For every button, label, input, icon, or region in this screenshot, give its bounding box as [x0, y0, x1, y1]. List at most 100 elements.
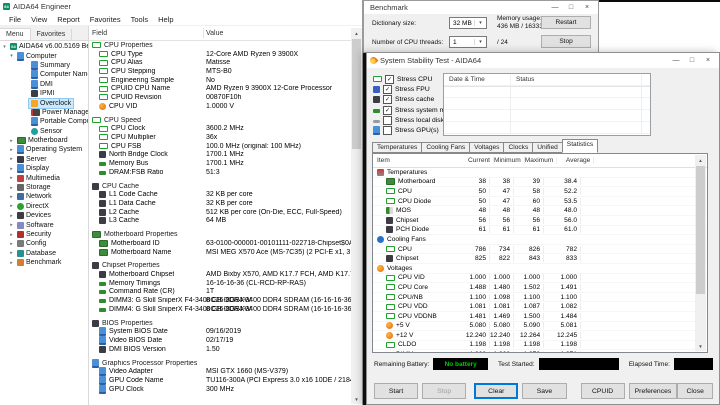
- field-row[interactable]: GPU Clock 300 MHz: [89, 384, 362, 394]
- field-row[interactable]: DMI BIOS Version 1.50: [89, 345, 362, 354]
- tree-item[interactable]: ▸ Motherboard: [0, 136, 88, 145]
- tree-item[interactable]: Power Management: [0, 108, 88, 117]
- field-column-header[interactable]: Field: [89, 30, 107, 37]
- tree-item[interactable]: ▸ Network: [0, 192, 88, 201]
- stats-row[interactable]: CPU 786 734 826 782: [373, 245, 707, 255]
- cpu-threads-select[interactable]: 1 ▾: [449, 36, 487, 48]
- tree-item[interactable]: ▸ Display: [0, 164, 88, 174]
- field-row[interactable]: DIMM3: G Skill SniperX F4-3400C16-8GSXW …: [89, 296, 362, 305]
- sensor-tab[interactable]: Statistics: [561, 139, 599, 153]
- minimize-icon[interactable]: —: [547, 2, 563, 13]
- stats-row[interactable]: CPU VDD 1.081 1.081 1.087 1.082: [373, 302, 707, 312]
- log-datetime-header[interactable]: Date & Time: [449, 76, 485, 83]
- field-row[interactable]: L3 Cache 64 MB: [89, 216, 362, 225]
- tree-expander-icon[interactable]: ▾: [8, 53, 15, 59]
- stress-checkbox[interactable]: [383, 126, 392, 136]
- tree-item[interactable]: ▸ Multimedia: [0, 173, 88, 182]
- save-button[interactable]: Save: [522, 383, 567, 399]
- stats-row[interactable]: CPU VID 1.000 1.000 1.000 1.000: [373, 274, 707, 284]
- tree-expander-icon[interactable]: ▸: [8, 138, 15, 144]
- tree-item[interactable]: Overclock: [0, 97, 88, 109]
- field-row[interactable]: Video Adapter MSI GTX 1660 (MS-V379): [89, 367, 362, 377]
- field-row[interactable]: Chipset Properties: [89, 262, 362, 271]
- stress-checkbox[interactable]: [383, 95, 392, 105]
- item-column-header[interactable]: Item: [373, 157, 459, 164]
- close-icon[interactable]: ×: [579, 2, 595, 13]
- field-row[interactable]: North Bridge Clock 1700.1 MHz: [89, 150, 362, 159]
- field-row[interactable]: DIMM4: G Skill SniperX F4-3400C16-8GSXW …: [89, 305, 362, 314]
- field-row[interactable]: Video BIOS Date 02/17/19: [89, 336, 362, 346]
- scroll-up-icon[interactable]: ▲: [695, 155, 706, 165]
- field-row[interactable]: Graphics Processor Properties: [89, 358, 362, 368]
- field-row[interactable]: GPU Code Name TU116-300A (PCI Express 3.…: [89, 376, 362, 386]
- menu-item[interactable]: Help: [153, 15, 178, 24]
- maximize-icon[interactable]: □: [684, 55, 700, 66]
- start-button[interactable]: Start: [374, 383, 419, 399]
- stats-row[interactable]: Chipset 825 822 843 833: [373, 254, 707, 264]
- menu-item[interactable]: Favorites: [85, 15, 126, 24]
- field-row[interactable]: CPU FSB 100.0 MHz (original: 100 MHz): [89, 142, 362, 151]
- sensor-tab[interactable]: Cooling Fans: [421, 142, 471, 153]
- minimum-column-header[interactable]: Minimum: [494, 157, 525, 164]
- tree-item[interactable]: ▸ DirectX: [0, 202, 88, 211]
- stress-checkbox[interactable]: [385, 74, 394, 84]
- stop-button[interactable]: Stop: [541, 35, 591, 48]
- tree-item[interactable]: ▸ Server: [0, 155, 88, 164]
- tree-item[interactable]: IPMI: [0, 89, 88, 98]
- tree-expander-icon[interactable]: ▸: [8, 222, 15, 228]
- statistics-scrollbar[interactable]: ▲ ▼: [695, 155, 706, 351]
- field-row[interactable]: Memory Bus 1700.1 MHz: [89, 159, 362, 168]
- tree-expander-icon[interactable]: ▸: [8, 250, 15, 256]
- sensor-tab[interactable]: Unified: [532, 142, 563, 153]
- field-row[interactable]: BIOS Properties: [89, 319, 362, 328]
- event-log[interactable]: Date & Time Status: [443, 73, 651, 136]
- tree-expander-icon[interactable]: ▸: [8, 156, 15, 162]
- scroll-down-icon[interactable]: ▼: [351, 394, 362, 404]
- field-row[interactable]: Motherboard ID 63-0100-000001-00101111-0…: [89, 239, 362, 248]
- field-row[interactable]: Command Rate (CR) 1T: [89, 288, 362, 297]
- stats-row[interactable]: CPU/NB 1.100 1.098 1.100 1.100: [373, 293, 707, 303]
- tree-item[interactable]: Portable Computer: [0, 117, 88, 127]
- tree-item[interactable]: Computer Name: [0, 70, 88, 80]
- main-scrollbar[interactable]: ▲ ▼: [351, 28, 362, 404]
- field-row[interactable]: CPUID Revision 00870F10h: [89, 93, 362, 102]
- stats-row[interactable]: Voltages: [373, 264, 707, 274]
- sensor-tab[interactable]: Voltages: [469, 142, 505, 153]
- stress-checkbox[interactable]: [383, 105, 392, 115]
- stats-row[interactable]: CPU VDDNB 1.481 1.469 1.500 1.484: [373, 312, 707, 322]
- cpuid-button[interactable]: CPUID: [580, 383, 625, 399]
- tree-expander-icon[interactable]: ▸: [8, 185, 15, 191]
- dictionary-size-select[interactable]: 32 MB ▾: [449, 17, 487, 29]
- minimize-icon[interactable]: —: [668, 55, 684, 66]
- stats-row[interactable]: PCH Diode 61 61 61 61.0: [373, 226, 707, 236]
- field-row[interactable]: Motherboard Properties: [89, 230, 362, 239]
- field-row[interactable]: CPU Speed: [89, 116, 362, 125]
- clear-button[interactable]: Clear: [474, 383, 519, 399]
- field-row[interactable]: L2 Cache 512 KB per core (On-Die, ECC, F…: [89, 208, 362, 217]
- tree-item[interactable]: ▸ Benchmark: [0, 258, 88, 267]
- stats-row[interactable]: DIMM 1.368 1.368 1.372 1.371: [373, 350, 707, 352]
- field-row[interactable]: DRAM:FSB Ratio 51:3: [89, 168, 362, 177]
- field-row[interactable]: CPU Multiplier 36x: [89, 133, 362, 142]
- field-row[interactable]: CPU VID 1.0000 V: [89, 102, 362, 111]
- column-divider[interactable]: [203, 28, 204, 38]
- tree-item[interactable]: Summary: [0, 60, 88, 70]
- tree-item[interactable]: ▸ Operating System: [0, 145, 88, 155]
- value-column-header[interactable]: Value: [206, 30, 223, 37]
- close-icon[interactable]: ×: [700, 55, 716, 66]
- tree-item[interactable]: ▸ Database: [0, 249, 88, 258]
- field-row[interactable]: Motherboard Name MSI MEG X570 Ace (MS-7C…: [89, 248, 362, 257]
- field-row[interactable]: CPU Type 12-Core AMD Ryzen 9 3900X: [89, 50, 362, 59]
- tab-favorites[interactable]: Favorites: [30, 29, 73, 40]
- menu-item[interactable]: Report: [52, 15, 85, 24]
- field-row[interactable]: CPUID CPU Name AMD Ryzen 9 3900X 12-Core…: [89, 84, 362, 93]
- stats-row[interactable]: +12 V 12.240 12.240 12.264 12.245: [373, 331, 707, 341]
- stats-row[interactable]: Motherboard 38 38 39 38.4: [373, 178, 707, 188]
- tree-item[interactable]: DMI: [0, 79, 88, 89]
- tree-expander-icon[interactable]: ▸: [8, 260, 15, 266]
- log-status-header[interactable]: Status: [516, 76, 534, 83]
- stress-checkbox[interactable]: [383, 115, 392, 125]
- stats-row[interactable]: CPU Diode 50 47 60 53.5: [373, 197, 707, 207]
- scroll-down-icon[interactable]: ▼: [695, 341, 706, 351]
- maximize-icon[interactable]: □: [563, 2, 579, 13]
